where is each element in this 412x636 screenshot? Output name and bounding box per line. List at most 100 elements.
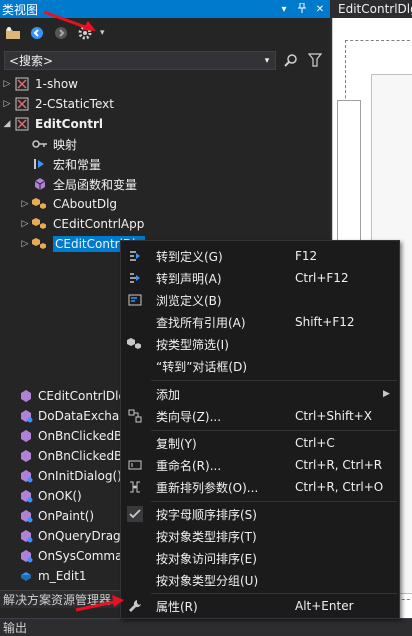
- tree-item-label: 2-CStaticText: [35, 97, 114, 111]
- menu-item-label: 复制(Y): [156, 436, 197, 451]
- menu-item-group-by-type[interactable]: 按对象类型分组(U): [121, 569, 399, 591]
- filter-icon[interactable]: [306, 51, 324, 69]
- rename-icon: [127, 457, 143, 473]
- tree-item-label: 宏和常量: [53, 157, 102, 172]
- collapse-arrow-icon[interactable]: ◢: [0, 119, 14, 129]
- tree-item-label: CAboutDlg: [53, 197, 118, 211]
- member-label: OnPaint(): [38, 509, 95, 523]
- class-tree: ▷ 1-show ▷ 2-CStaticText ◢ EditContrl 映射…: [0, 74, 330, 254]
- menu-item-label: 添加: [156, 387, 181, 402]
- tree-item-1-show[interactable]: ▷ 1-show: [0, 74, 330, 94]
- menu-item-shortcut: Ctrl+Shift+X: [295, 409, 372, 423]
- tab-output[interactable]: 输出: [0, 618, 412, 636]
- search-icon[interactable]: [282, 51, 300, 69]
- menu-item-shortcut: Ctrl+R, Ctrl+R: [295, 458, 383, 472]
- tree-item-label: 1-show: [35, 77, 78, 91]
- menu-item-add[interactable]: 添加 ▶: [121, 383, 399, 405]
- search-input[interactable]: <搜索>: [5, 52, 259, 69]
- settings-dropdown-icon[interactable]: ▾: [100, 28, 105, 38]
- menu-item-label: 类向导(Z)...: [156, 409, 222, 424]
- tree-item-label: 全局函数和变量: [53, 177, 138, 192]
- method-icon: [18, 508, 34, 524]
- project-icon: [14, 116, 30, 132]
- wrench-icon: [127, 598, 143, 614]
- menu-item-copy[interactable]: 复制(Y) Ctrl+C: [121, 432, 399, 454]
- dropdown-icon[interactable]: ▾: [278, 4, 290, 15]
- expand-arrow-icon[interactable]: ▷: [0, 79, 14, 89]
- project-icon: [14, 96, 30, 112]
- tree-item-label: EditContrl: [35, 117, 103, 131]
- menu-item-label: 按对象类型排序(T): [156, 529, 257, 544]
- menu-item-browse-definition[interactable]: 浏览定义(B): [121, 289, 399, 311]
- tree-item-macros[interactable]: 宏和常量: [0, 154, 330, 174]
- menu-separator: [151, 501, 397, 502]
- expand-arrow-icon[interactable]: ▷: [18, 199, 32, 209]
- menu-item-filter-by-type[interactable]: 按类型筛选(I): [121, 333, 399, 355]
- menu-separator: [151, 593, 397, 594]
- menu-item-find-all-references[interactable]: 查找所有引用(A) Shift+F12: [121, 311, 399, 333]
- tree-item-caboutdlg[interactable]: ▷ CAboutDlg: [0, 194, 330, 214]
- project-icon: [14, 76, 30, 92]
- menu-item-label: 按类型筛选(I): [156, 337, 229, 352]
- macro-icon: [32, 156, 48, 172]
- tree-item-maps[interactable]: 映射: [0, 134, 330, 154]
- menu-item-label: 属性(R): [156, 599, 198, 614]
- menu-item-label: 转到声明(A): [156, 271, 222, 286]
- menu-item-goto-dialog[interactable]: “转到”对话框(D): [121, 355, 399, 377]
- reorder-params-icon: [127, 479, 143, 495]
- menu-item-properties[interactable]: 属性(R) Alt+Enter: [121, 595, 399, 617]
- new-folder-icon[interactable]: [4, 24, 22, 42]
- menu-item-shortcut: Ctrl+R, Ctrl+O: [295, 480, 384, 494]
- close-icon[interactable]: ✕: [314, 4, 326, 15]
- member-label: OnSysComman: [38, 549, 131, 563]
- menu-item-label: 转到定义(G): [156, 249, 223, 264]
- method-icon: [18, 428, 34, 444]
- menu-item-sort-alphabetically[interactable]: 按字母顺序排序(S): [121, 503, 399, 525]
- tree-item-globals[interactable]: 全局函数和变量: [0, 174, 330, 194]
- menu-item-class-wizard[interactable]: 类向导(Z)... Ctrl+Shift+X: [121, 405, 399, 427]
- menu-item-shortcut: Shift+F12: [295, 315, 355, 329]
- menu-item-goto-definition[interactable]: 转到定义(G) F12: [121, 245, 399, 267]
- search-box[interactable]: <搜索> ▾: [4, 51, 276, 70]
- goto-definition-icon: [127, 248, 143, 264]
- tab-editcontrldlg[interactable]: EditContrlDlg: [332, 0, 412, 18]
- menu-item-label: 查找所有引用(A): [156, 315, 246, 330]
- expand-arrow-icon[interactable]: ▷: [18, 219, 32, 229]
- class-view-title: 类视图: [2, 2, 39, 17]
- search-dropdown-icon[interactable]: ▾: [259, 56, 275, 66]
- menu-separator: [151, 380, 397, 381]
- menu-item-label: “转到”对话框(D): [156, 359, 248, 374]
- field-icon: [18, 568, 34, 584]
- annotation-arrow-title: [43, 10, 96, 31]
- menu-item-shortcut: Ctrl+C: [295, 436, 335, 450]
- expand-arrow-icon[interactable]: ▷: [0, 99, 14, 109]
- context-menu: 转到定义(G) F12 转到声明(A) Ctrl+F12 浏览定义(B) 查找所…: [120, 240, 400, 619]
- menu-item-shortcut: Alt+Enter: [295, 599, 354, 613]
- menu-item-rename[interactable]: 重命名(R)... Ctrl+R, Ctrl+R: [121, 454, 399, 476]
- menu-item-sort-by-type[interactable]: 按对象类型排序(T): [121, 525, 399, 547]
- member-label: DoDataExchan: [38, 409, 127, 423]
- class-icon: [32, 216, 48, 232]
- map-key-icon: [32, 136, 48, 152]
- filter-type-icon: [127, 336, 143, 352]
- menu-item-goto-declaration[interactable]: 转到声明(A) Ctrl+F12: [121, 267, 399, 289]
- global-cube-icon: [32, 176, 48, 192]
- member-label: OnInitDialog(): [38, 469, 122, 483]
- class-wizard-icon: [127, 408, 143, 424]
- tree-item-label: CEditContrlApp: [53, 217, 145, 231]
- expand-arrow-icon[interactable]: ▷: [18, 239, 32, 249]
- method-icon: [18, 488, 34, 504]
- class-icon: [32, 236, 48, 252]
- member-label: m_Edit1: [38, 569, 87, 583]
- tree-item-editcontrl[interactable]: ◢ EditContrl: [0, 114, 330, 134]
- pin-icon[interactable]: [296, 2, 308, 16]
- goto-declaration-icon: [127, 270, 143, 286]
- tree-item-ceditcontrlapp[interactable]: ▷ CEditContrlApp: [0, 214, 330, 234]
- menu-item-label: 浏览定义(B): [156, 293, 222, 308]
- member-label: CEditContrlDlg: [38, 389, 127, 403]
- menu-item-sort-by-access[interactable]: 按对象访问排序(E): [121, 547, 399, 569]
- menu-item-shortcut: F12: [295, 249, 318, 263]
- menu-item-reorder-parameters[interactable]: 重新排列参数(O)... Ctrl+R, Ctrl+O: [121, 476, 399, 498]
- method-icon: [18, 448, 34, 464]
- tree-item-2-cstatictext[interactable]: ▷ 2-CStaticText: [0, 94, 330, 114]
